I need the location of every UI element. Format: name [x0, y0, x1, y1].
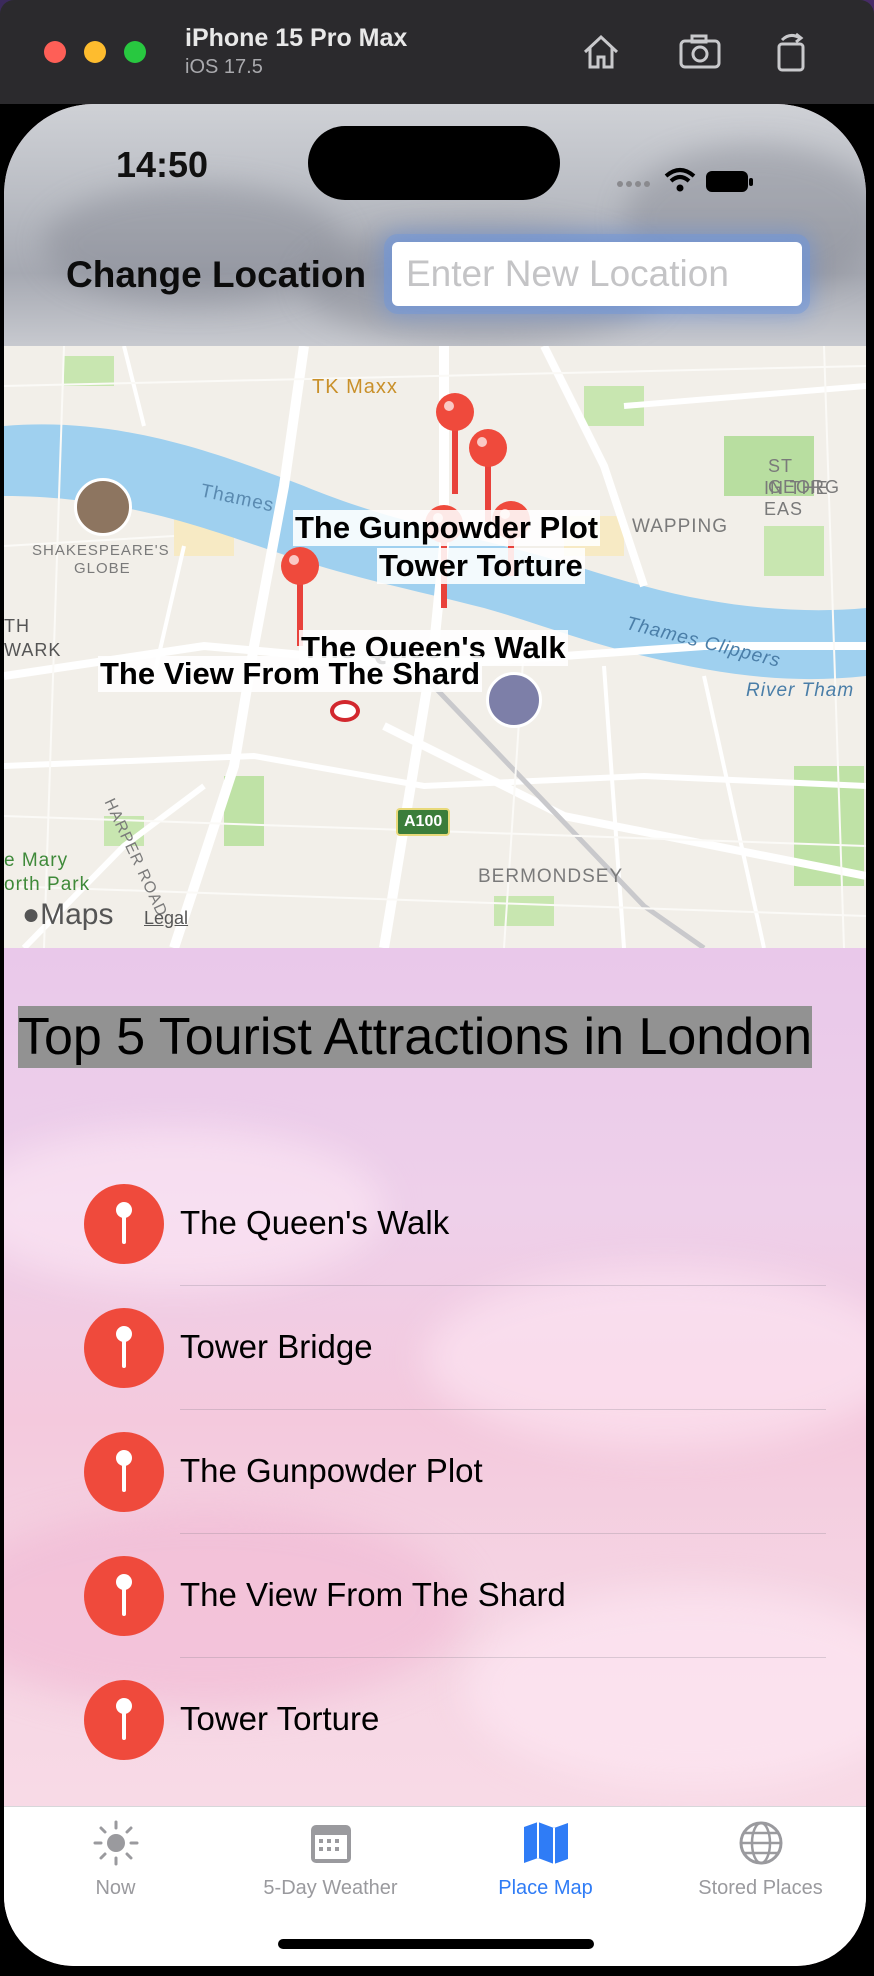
status-bar-icons [617, 168, 753, 192]
attractions-title: Top 5 Tourist Attractions in London [18, 1006, 812, 1068]
device-name: iPhone 15 Pro Max [185, 24, 408, 52]
map-pin-icon [84, 1556, 164, 1636]
close-window-button[interactable] [44, 41, 66, 63]
map-pin-icon [84, 1184, 164, 1264]
apple-logo-icon: ● [22, 898, 41, 931]
map-pin-label[interactable]: Tower Torture [377, 548, 585, 584]
list-item[interactable]: The Queen's Walk [4, 1162, 866, 1286]
tab-stored-places[interactable]: Stored Places [653, 1807, 866, 1917]
list-item-label: The View From The Shard [180, 1576, 566, 1613]
tab-place-map[interactable]: Place Map [438, 1807, 653, 1917]
apple-maps-logo: ●Maps [22, 898, 113, 932]
map-pin-label[interactable]: The View From The Shard [98, 656, 483, 692]
sun-icon [93, 1820, 139, 1866]
maps-attribution: Maps [40, 898, 114, 931]
tab-label: Place Map [498, 1877, 593, 1899]
list-item[interactable]: Tower Torture [4, 1658, 866, 1782]
globe-icon [739, 1821, 783, 1865]
tab-label: Stored Places [698, 1877, 823, 1899]
map-pin-icon [84, 1680, 164, 1760]
list-item[interactable]: The Gunpowder Plot [4, 1410, 866, 1534]
location-header: 14:50 Change Location [4, 104, 866, 346]
change-location-label: Change Location [66, 254, 367, 295]
place-map[interactable]: TK Maxx Thames SHAKESPEARE'S GLOBE WAPPI… [4, 346, 866, 948]
dynamic-island [308, 126, 560, 200]
attractions-section: Top 5 Tourist Attractions in London The … [4, 948, 866, 1806]
tab-label: 5-Day Weather [263, 1877, 398, 1899]
map-pin-icon [84, 1308, 164, 1388]
device-screen: 14:50 Change Location Enter New Location… [4, 104, 866, 1966]
map-pin-label[interactable]: The Gunpowder Plot [293, 510, 601, 546]
tab-bar: Now 5-Day Weather Place Map Stored Place… [4, 1806, 866, 1966]
tab-5-day-weather[interactable]: 5-Day Weather [223, 1807, 438, 1917]
rotate-icon[interactable] [770, 30, 814, 74]
list-item-label: The Queen's Walk [180, 1204, 450, 1241]
screenshot-camera-icon[interactable] [678, 30, 722, 74]
status-bar-time: 14:50 [116, 144, 209, 185]
map-pin-icon [84, 1432, 164, 1512]
list-item[interactable]: The View From The Shard [4, 1534, 866, 1658]
tab-label: Now [95, 1877, 136, 1899]
map-legal-link[interactable]: Legal [144, 908, 188, 929]
list-item[interactable]: Tower Bridge [4, 1286, 866, 1410]
list-item-label: Tower Torture [180, 1700, 380, 1737]
device-os-version: iOS 17.5 [185, 56, 263, 78]
cellular-signal-icon [617, 181, 650, 187]
home-icon[interactable] [579, 30, 623, 74]
home-indicator[interactable] [278, 1939, 594, 1949]
simulator-title-bar: iPhone 15 Pro Max iOS 17.5 [0, 0, 874, 105]
location-input[interactable] [392, 242, 802, 306]
list-item-label: Tower Bridge [180, 1328, 373, 1365]
zoom-window-button[interactable] [124, 41, 146, 63]
list-item-label: The Gunpowder Plot [180, 1452, 483, 1489]
battery-icon [706, 171, 753, 192]
minimize-window-button[interactable] [84, 41, 106, 63]
wifi-icon [664, 168, 696, 192]
map-icon [524, 1822, 568, 1864]
map-pin-icon[interactable] [436, 393, 474, 494]
tab-now[interactable]: Now [8, 1807, 223, 1917]
calendar-icon [311, 1825, 351, 1863]
